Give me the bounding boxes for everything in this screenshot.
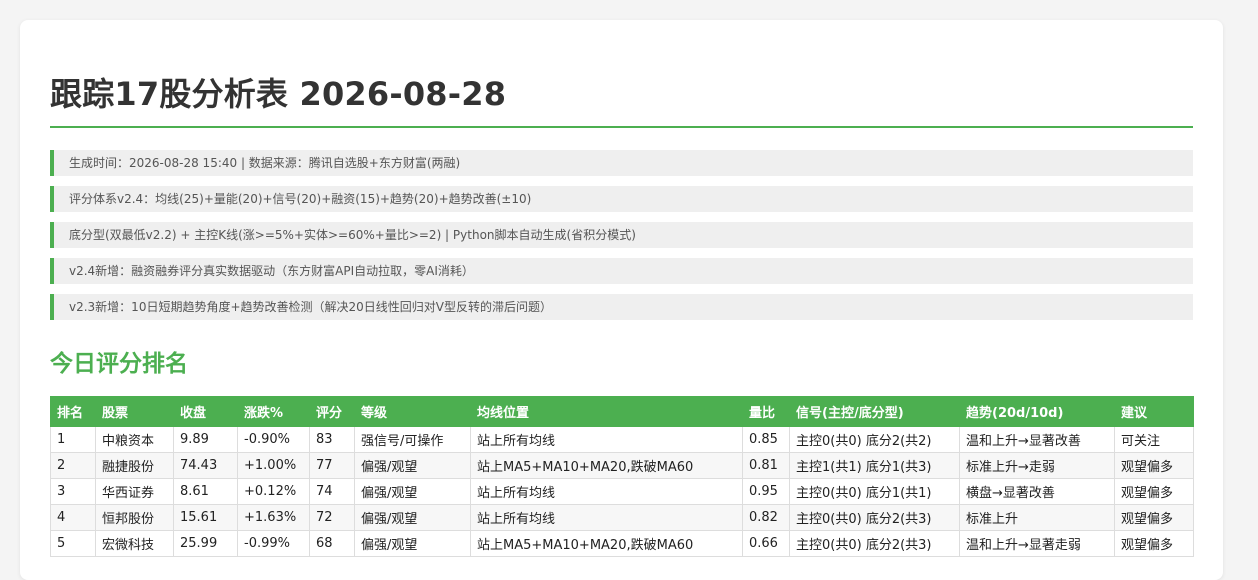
- table-cell: 温和上升→显著改善: [959, 426, 1115, 453]
- column-header[interactable]: 评分: [309, 396, 355, 427]
- table-cell: 观望偏多: [1114, 478, 1194, 505]
- table-cell: 站上MA5+MA10+MA20,跌破MA60: [470, 452, 743, 479]
- table-row: 2 融捷股份 74.43 +1.00% 77 偏强/观望 站上MA5+MA10+…: [50, 452, 1194, 479]
- table-cell: 0.95: [742, 478, 790, 505]
- column-header[interactable]: 涨跌%: [237, 396, 310, 427]
- table-cell: 观望偏多: [1114, 530, 1194, 557]
- table-cell: 74.43: [173, 452, 238, 479]
- table-cell: 横盘→显著改善: [959, 478, 1115, 505]
- table-cell: 77: [309, 452, 355, 479]
- table-cell: 站上MA5+MA10+MA20,跌破MA60: [470, 530, 743, 557]
- table-cell: 0.66: [742, 530, 790, 557]
- section-title: 今日评分排名: [50, 351, 188, 377]
- table-cell: 站上所有均线: [470, 504, 743, 531]
- table-cell: +1.63%: [237, 504, 310, 531]
- column-header[interactable]: 收盘: [173, 396, 238, 427]
- note-v24: v2.4新增：融资融券评分真实数据驱动（东方财富API自动拉取，零AI消耗）: [50, 258, 1193, 284]
- column-header[interactable]: 建议: [1114, 396, 1194, 427]
- table-cell: 偏强/观望: [354, 452, 471, 479]
- table-row: 4 恒邦股份 15.61 +1.63% 72 偏强/观望 站上所有均线 0.82…: [50, 504, 1194, 531]
- table-cell: 偏强/观望: [354, 478, 471, 505]
- table-cell: 0.82: [742, 504, 790, 531]
- table-cell: 中粮资本: [95, 426, 174, 453]
- table-cell: 站上所有均线: [470, 426, 743, 453]
- table-cell: 可关注: [1114, 426, 1194, 453]
- table-cell: 宏微科技: [95, 530, 174, 557]
- table-cell: 温和上升→显著走弱: [959, 530, 1115, 557]
- table-cell: 5: [50, 530, 96, 557]
- note-patterns: 底分型(双最低v2.2) + 主控K线(涨>=5%+实体>=60%+量比>=2)…: [50, 222, 1193, 248]
- table-cell: 1: [50, 426, 96, 453]
- table-cell: 0.85: [742, 426, 790, 453]
- table-header-row: 排名 股票 收盘 涨跌% 评分 等级 均线位置 量比 信号(主控/底分型) 趋势…: [50, 396, 1194, 427]
- table-cell: 标准上升: [959, 504, 1115, 531]
- table-row: 1 中粮资本 9.89 -0.90% 83 强信号/可操作 站上所有均线 0.8…: [50, 426, 1194, 453]
- table-cell: 主控0(共0) 底分2(共2): [789, 426, 960, 453]
- table-cell: +0.12%: [237, 478, 310, 505]
- table-cell: -0.90%: [237, 426, 310, 453]
- table-cell: 68: [309, 530, 355, 557]
- table-cell: 标准上升→走弱: [959, 452, 1115, 479]
- table-cell: 强信号/可操作: [354, 426, 471, 453]
- page-title: 跟踪17股分析表 2026-08-28: [50, 72, 1193, 128]
- table-cell: 站上所有均线: [470, 478, 743, 505]
- table-cell: 25.99: [173, 530, 238, 557]
- table-cell: 0.81: [742, 452, 790, 479]
- table-cell: 9.89: [173, 426, 238, 453]
- table-cell: 2: [50, 452, 96, 479]
- table-cell: 83: [309, 426, 355, 453]
- notes-list: 生成时间：2026-08-28 15:40 | 数据来源：腾讯自选股+东方财富(…: [50, 150, 1193, 320]
- table-cell: 3: [50, 478, 96, 505]
- note-generated: 生成时间：2026-08-28 15:40 | 数据来源：腾讯自选股+东方财富(…: [50, 150, 1193, 176]
- column-header[interactable]: 趋势(20d/10d): [959, 396, 1115, 427]
- table-cell: 华西证券: [95, 478, 174, 505]
- table-cell: 偏强/观望: [354, 504, 471, 531]
- column-header[interactable]: 均线位置: [470, 396, 743, 427]
- table-cell: 15.61: [173, 504, 238, 531]
- table-cell: 观望偏多: [1114, 504, 1194, 531]
- column-header[interactable]: 量比: [742, 396, 790, 427]
- note-v23: v2.3新增：10日短期趋势角度+趋势改善检测（解决20日线性回归对V型反转的滞…: [50, 294, 1193, 320]
- table-cell: 主控0(共0) 底分1(共1): [789, 478, 960, 505]
- table-cell: 观望偏多: [1114, 452, 1194, 479]
- column-header[interactable]: 股票: [95, 396, 174, 427]
- note-scoring: 评分体系v2.4：均线(25)+量能(20)+信号(20)+融资(15)+趋势(…: [50, 186, 1193, 212]
- table-cell: 恒邦股份: [95, 504, 174, 531]
- table-cell: 8.61: [173, 478, 238, 505]
- table-row: 5 宏微科技 25.99 -0.99% 68 偏强/观望 站上MA5+MA10+…: [50, 530, 1194, 557]
- table-cell: 主控1(共1) 底分1(共3): [789, 452, 960, 479]
- ranking-table: 排名 股票 收盘 涨跌% 评分 等级 均线位置 量比 信号(主控/底分型) 趋势…: [50, 396, 1194, 557]
- table-cell: +1.00%: [237, 452, 310, 479]
- table-row: 3 华西证券 8.61 +0.12% 74 偏强/观望 站上所有均线 0.95 …: [50, 478, 1194, 505]
- column-header[interactable]: 排名: [50, 396, 96, 427]
- table-cell: 72: [309, 504, 355, 531]
- column-header[interactable]: 信号(主控/底分型): [789, 396, 960, 427]
- table-cell: 74: [309, 478, 355, 505]
- table-cell: 主控0(共0) 底分2(共3): [789, 530, 960, 557]
- table-cell: 偏强/观望: [354, 530, 471, 557]
- report-card: 跟踪17股分析表 2026-08-28 生成时间：2026-08-28 15:4…: [20, 20, 1223, 580]
- table-cell: 4: [50, 504, 96, 531]
- column-header[interactable]: 等级: [354, 396, 471, 427]
- table-cell: -0.99%: [237, 530, 310, 557]
- table-cell: 主控0(共0) 底分2(共3): [789, 504, 960, 531]
- table-cell: 融捷股份: [95, 452, 174, 479]
